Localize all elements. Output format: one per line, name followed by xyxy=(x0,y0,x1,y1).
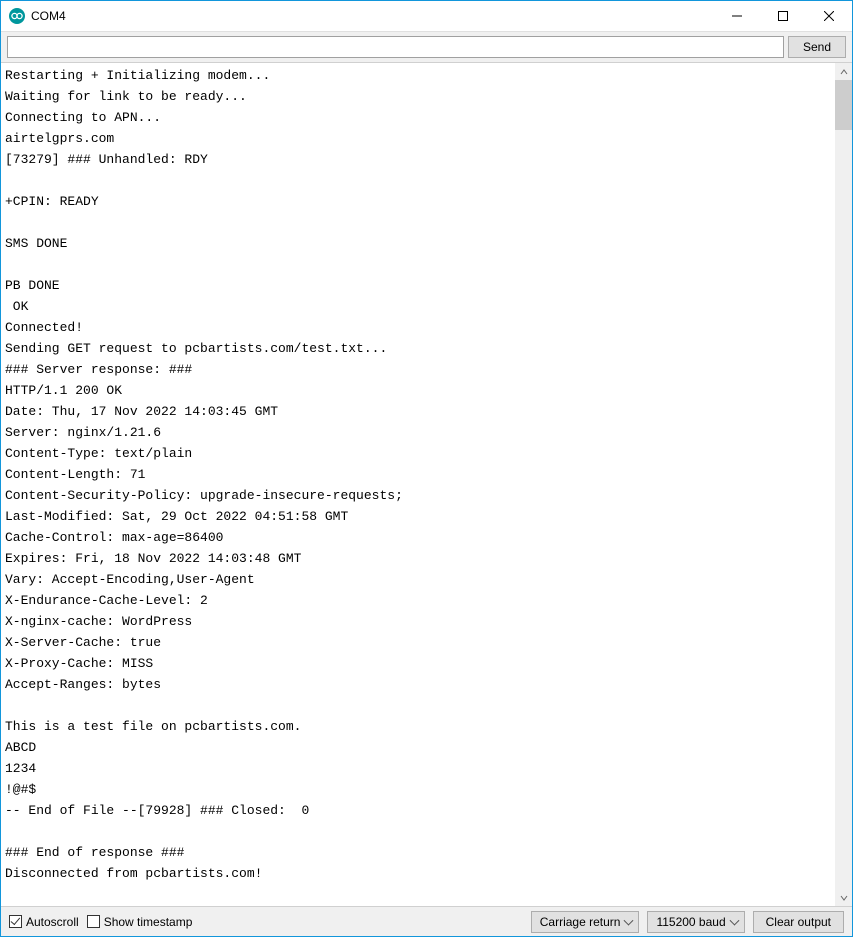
timestamp-label: Show timestamp xyxy=(104,915,193,929)
minimize-button[interactable] xyxy=(714,1,760,31)
output-area: Restarting + Initializing modem... Waiti… xyxy=(1,63,852,906)
close-button[interactable] xyxy=(806,1,852,31)
checkbox-icon xyxy=(87,915,100,928)
arduino-icon xyxy=(9,8,25,24)
serial-monitor-window: COM4 Send Restarting + Initializing mode… xyxy=(0,0,853,937)
scroll-thumb[interactable] xyxy=(835,80,852,130)
window-title: COM4 xyxy=(31,9,714,23)
send-button[interactable]: Send xyxy=(788,36,846,58)
scroll-track[interactable] xyxy=(835,80,852,889)
timestamp-checkbox[interactable]: Show timestamp xyxy=(87,915,193,929)
vertical-scrollbar[interactable] xyxy=(835,63,852,906)
autoscroll-checkbox[interactable]: Autoscroll xyxy=(9,915,79,929)
window-controls xyxy=(714,1,852,31)
bottom-bar: Autoscroll Show timestamp Carriage retur… xyxy=(1,906,852,936)
line-ending-select[interactable]: Carriage return xyxy=(531,911,640,933)
checkbox-icon xyxy=(9,915,22,928)
scroll-down-button[interactable] xyxy=(835,889,852,906)
clear-output-button[interactable]: Clear output xyxy=(753,911,844,933)
maximize-button[interactable] xyxy=(760,1,806,31)
titlebar: COM4 xyxy=(1,1,852,31)
scroll-up-button[interactable] xyxy=(835,63,852,80)
serial-output[interactable]: Restarting + Initializing modem... Waiti… xyxy=(1,63,835,906)
line-ending-value: Carriage return xyxy=(540,915,621,929)
baud-select[interactable]: 115200 baud xyxy=(647,911,744,933)
baud-value: 115200 baud xyxy=(656,915,725,929)
serial-input[interactable] xyxy=(7,36,784,58)
autoscroll-label: Autoscroll xyxy=(26,915,79,929)
input-bar: Send xyxy=(1,31,852,63)
